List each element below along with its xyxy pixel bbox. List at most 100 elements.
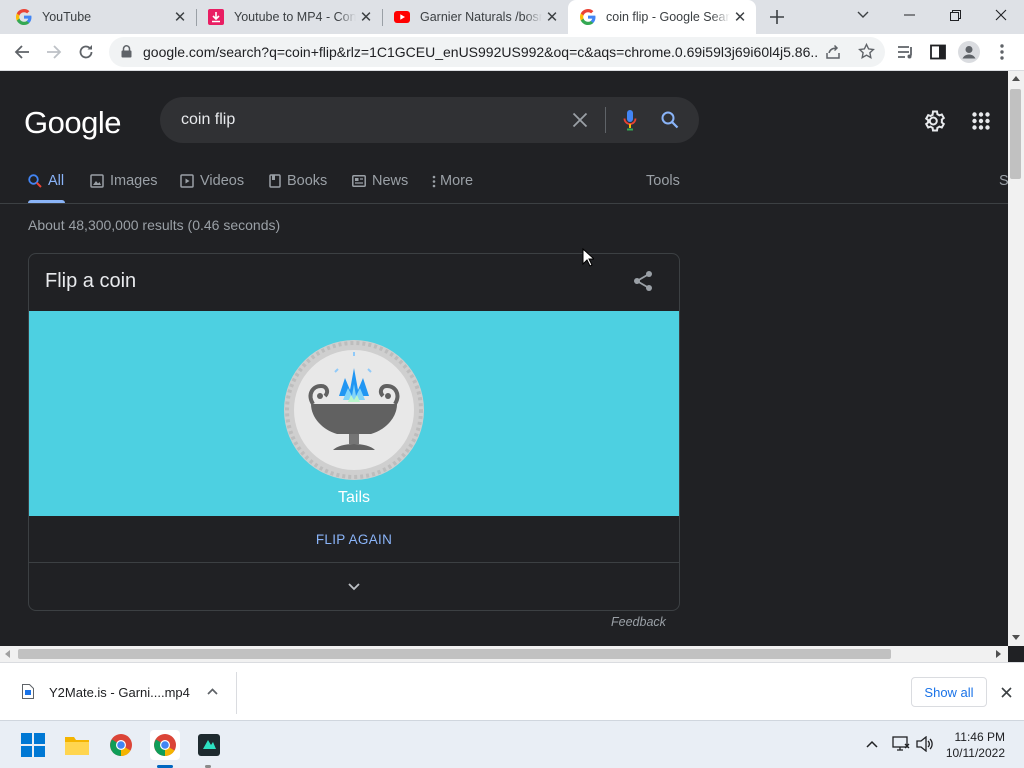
restore-icon xyxy=(949,9,961,21)
tab-title: coin flip - Google Sear xyxy=(606,10,730,24)
search-box[interactable]: coin flip xyxy=(160,97,699,143)
download-filename[interactable]: Y2Mate.is - Garni....mp4 xyxy=(49,685,190,700)
reading-list-icon xyxy=(898,46,912,59)
microphone-icon[interactable] xyxy=(623,109,637,136)
search-icon xyxy=(28,174,42,188)
reading-list-button[interactable] xyxy=(892,38,920,66)
horizontal-scrollbar[interactable] xyxy=(0,646,1008,662)
tab-label: All xyxy=(48,173,65,189)
avatar-icon xyxy=(958,41,980,63)
minimize-icon xyxy=(903,14,915,16)
tab-label: Images xyxy=(110,173,158,189)
close-icon[interactable] xyxy=(1001,687,1012,698)
apps-grid-icon[interactable] xyxy=(972,112,990,135)
chevron-up-icon[interactable] xyxy=(207,688,218,695)
download-divider xyxy=(236,672,237,714)
share-icon[interactable] xyxy=(825,44,841,65)
feedback-link[interactable]: Feedback xyxy=(611,615,666,629)
close-icon[interactable]: ✕ xyxy=(542,7,562,27)
tab-news[interactable]: News xyxy=(352,173,408,189)
google-logo[interactable]: Google xyxy=(24,105,121,141)
tab-all[interactable]: All xyxy=(28,173,64,189)
expand-button[interactable] xyxy=(29,563,679,610)
browser-tab-youtube-to-mp4[interactable]: Youtube to MP4 - Conv ✕ xyxy=(196,0,382,34)
tab-more[interactable]: More xyxy=(432,173,473,189)
side-panel-button[interactable] xyxy=(924,38,952,66)
forward-button[interactable] xyxy=(40,38,68,66)
scrollbar-corner xyxy=(1008,646,1024,662)
profile-button[interactable] xyxy=(955,38,983,66)
volume-icon[interactable] xyxy=(916,736,934,752)
file-explorer-button[interactable] xyxy=(62,730,92,760)
chevron-up-icon[interactable] xyxy=(866,740,878,748)
restore-button[interactable] xyxy=(932,0,978,30)
menu-button[interactable] xyxy=(988,38,1016,66)
tab-label: More xyxy=(440,173,474,189)
search-input[interactable]: coin flip xyxy=(181,111,235,129)
reload-button[interactable] xyxy=(72,38,100,66)
scroll-thumb[interactable] xyxy=(1010,89,1021,179)
browser-tab-youtube[interactable]: YouTube ✕ xyxy=(0,0,196,34)
filmora-icon xyxy=(198,734,220,756)
network-icon[interactable] xyxy=(892,736,910,752)
arrow-right-icon xyxy=(47,45,62,59)
show-all-button[interactable]: Show all xyxy=(911,677,987,707)
tools-button[interactable]: Tools xyxy=(646,173,680,189)
tab-search-button[interactable] xyxy=(840,0,886,30)
reload-icon xyxy=(79,45,93,59)
partial-label: S xyxy=(999,173,1008,189)
chrome-button[interactable] xyxy=(106,730,136,760)
chrome-icon xyxy=(110,734,132,756)
star-icon[interactable] xyxy=(858,42,875,65)
google-g-icon xyxy=(16,9,32,25)
tab-books[interactable]: Books xyxy=(269,173,327,189)
share-icon[interactable] xyxy=(633,270,653,297)
browser-tab-coin-flip[interactable]: coin flip - Google Sear ✕ xyxy=(568,0,756,34)
browser-tab-garnier[interactable]: Garnier Naturals /bosn ✕ xyxy=(382,0,568,34)
tab-strip: YouTube ✕ Youtube to MP4 - Conv ✕ Garnie… xyxy=(0,0,1024,34)
vertical-scrollbar[interactable] xyxy=(1008,71,1024,646)
folder-icon xyxy=(65,737,89,755)
tab-title: Youtube to MP4 - Conv xyxy=(234,10,356,24)
chrome-active-button[interactable] xyxy=(150,730,180,760)
clear-search-icon[interactable] xyxy=(572,112,588,133)
safesearch-button[interactable]: S xyxy=(999,173,1008,189)
coin-flip-card: Flip a coin Tails FLIP AGAIN xyxy=(28,253,680,611)
tab-videos[interactable]: Videos xyxy=(180,173,244,189)
scroll-right-icon[interactable] xyxy=(996,650,1002,658)
result-stats: About 48,300,000 results (0.46 seconds) xyxy=(28,217,281,233)
tab-images[interactable]: Images xyxy=(90,173,158,189)
chrome-icon xyxy=(154,734,176,756)
close-icon[interactable]: ✕ xyxy=(730,7,750,27)
filmora-button[interactable] xyxy=(194,730,224,760)
windows-taskbar: 11:46 PM 10/11/2022 xyxy=(0,720,1024,768)
close-window-button[interactable] xyxy=(978,0,1024,30)
minimize-button[interactable] xyxy=(886,0,932,30)
plus-icon xyxy=(770,10,784,24)
search-divider xyxy=(605,107,606,133)
url-text: google.com/search?q=coin+flip&rlz=1C1GCE… xyxy=(143,44,819,60)
mouse-cursor-icon xyxy=(582,248,594,267)
card-title: Flip a coin xyxy=(45,270,137,292)
search-icon[interactable] xyxy=(661,111,679,134)
flip-again-button[interactable]: FLIP AGAIN xyxy=(29,516,679,563)
new-tab-button[interactable] xyxy=(763,3,791,31)
settings-gear-icon[interactable] xyxy=(923,109,947,138)
address-bar[interactable]: google.com/search?q=coin+flip&rlz=1C1GCE… xyxy=(109,37,885,67)
tab-label: Videos xyxy=(200,173,245,189)
lock-icon xyxy=(121,45,132,63)
browser-toolbar: google.com/search?q=coin+flip&rlz=1C1GCE… xyxy=(0,34,1024,71)
scroll-thumb[interactable] xyxy=(18,649,891,659)
close-icon[interactable]: ✕ xyxy=(170,7,190,27)
kebab-menu-icon xyxy=(432,175,436,187)
back-button[interactable] xyxy=(8,38,36,66)
close-icon[interactable]: ✕ xyxy=(356,7,376,27)
system-clock[interactable]: 11:46 PM 10/11/2022 xyxy=(946,729,1005,761)
news-icon xyxy=(352,175,366,187)
start-button[interactable] xyxy=(18,730,48,760)
arrow-left-icon xyxy=(14,45,29,59)
coin-display-panel[interactable]: Tails xyxy=(29,311,679,516)
scroll-left-icon[interactable] xyxy=(4,650,10,658)
scroll-down-icon[interactable] xyxy=(1012,635,1020,641)
scroll-up-icon[interactable] xyxy=(1012,75,1020,81)
